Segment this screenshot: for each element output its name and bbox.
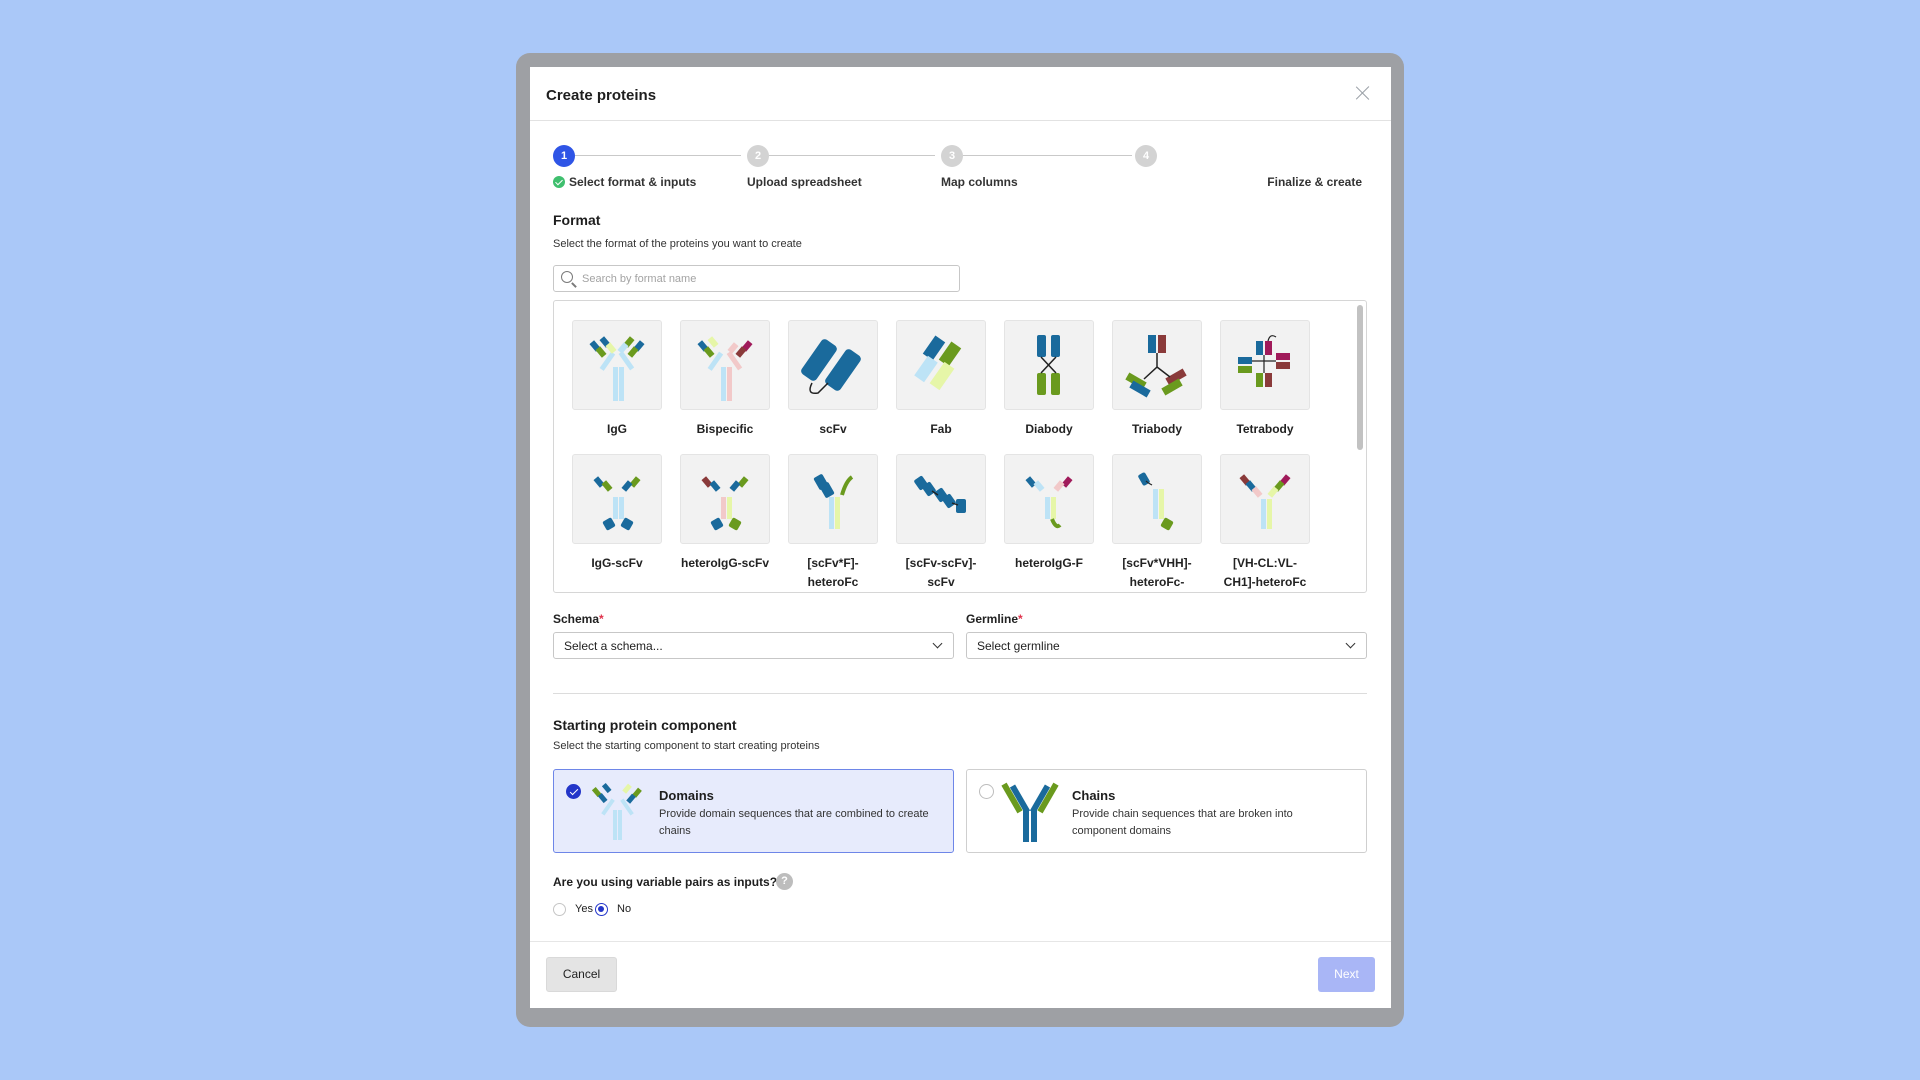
format-tile-label: IgG-scFv [591, 556, 643, 570]
domains-radio[interactable] [566, 784, 581, 799]
step-complete-check-icon [553, 176, 565, 188]
igg-scfv-icon [572, 454, 662, 544]
germline-select[interactable]: Select germline [966, 632, 1367, 659]
next-button[interactable]: Next [1318, 957, 1375, 992]
format-tile-vh-cl-vl-ch1-heterofc[interactable]: [VH-CL:VL-CH1]-heteroFc [1220, 454, 1310, 592]
starting-component-heading: Starting protein component [553, 717, 737, 733]
format-tile-label: [VH-CL:VL-CH1]-heteroFc [1223, 556, 1307, 589]
step-2-label[interactable]: Upload spreadsheet [747, 175, 862, 189]
variable-pairs-yes-radio[interactable] [553, 903, 566, 916]
format-subtitle: Select the format of the proteins you wa… [553, 238, 802, 250]
heteroigg-scfv-icon [680, 454, 770, 544]
germline-select-value: Select germline [977, 639, 1060, 653]
variable-pairs-no-radio[interactable] [595, 903, 608, 916]
format-tile-label: Fab [930, 422, 952, 436]
tetrabody-icon [1220, 320, 1310, 410]
chains-option-description: Provide chain sequences that are broken … [1072, 808, 1293, 837]
variable-pairs-no-label[interactable]: No [617, 903, 631, 915]
chains-radio[interactable] [979, 784, 994, 799]
schema-select-value: Select a schema... [564, 639, 663, 653]
format-tile-label: Bispecific [696, 422, 754, 436]
germline-label: Germline* [966, 612, 1023, 626]
format-tile-label: [scFv*VHH]-heteroFc- [1122, 556, 1192, 589]
format-grid-scrollbar[interactable] [1357, 305, 1363, 450]
format-tile-igg-scfv[interactable]: IgG-scFv [572, 454, 662, 573]
schema-select[interactable]: Select a schema... [553, 632, 954, 659]
step-4-indicator[interactable]: 4 [1135, 145, 1157, 167]
format-tile-scfv[interactable]: scFv [788, 320, 878, 439]
format-search[interactable] [553, 265, 960, 292]
scfv-vhh-heterofc-icon [1112, 454, 1202, 544]
format-tile-label: [scFv*F]-heteroFc [807, 556, 859, 589]
format-tile-label: Triabody [1131, 422, 1182, 436]
format-tile-heteroigg-f[interactable]: heteroIgG-F [1004, 454, 1094, 573]
dialog-title: Create proteins [546, 87, 657, 104]
format-tile-bispecific[interactable]: Bispecific [680, 320, 770, 439]
domains-antibody-icon [588, 780, 646, 844]
format-tile-scfv-scfv-scfv[interactable]: [scFv-scFv]-scFv [896, 454, 986, 592]
step-4-label[interactable]: Finalize & create [1267, 175, 1362, 189]
vh-cl-vl-ch1-heterofc-icon [1220, 454, 1310, 544]
cancel-button[interactable]: Cancel [546, 957, 617, 992]
format-search-input[interactable] [582, 269, 952, 288]
format-tile-triabody[interactable]: Triabody [1112, 320, 1202, 439]
scfv-scfv-scfv-icon [896, 454, 986, 544]
variable-pairs-question: Are you using variable pairs as inputs? [553, 875, 778, 889]
domains-option-title: Domains [659, 788, 714, 803]
scfv-icon [788, 320, 878, 410]
dialog-header: Create proteins [530, 67, 1391, 121]
step-connector [769, 155, 935, 156]
format-tile-label: heteroIgG-scFv [680, 556, 770, 570]
format-tile-heteroigg-scfv[interactable]: heteroIgG-scFv [680, 454, 770, 573]
step-connector [963, 155, 1132, 156]
format-tile-tetrabody[interactable]: Tetrabody [1220, 320, 1310, 439]
domains-option-description: Provide domain sequences that are combin… [659, 808, 929, 837]
chevron-down-icon [932, 638, 943, 649]
format-tile-label: scFv [819, 422, 847, 436]
step-1-indicator[interactable]: 1 [553, 145, 575, 167]
chains-antibody-icon [1001, 780, 1059, 844]
step-1-label[interactable]: Select format & inputs [569, 175, 696, 189]
format-tile-label: Diabody [1025, 422, 1073, 436]
section-divider [553, 693, 1367, 694]
domains-option-card[interactable]: Domains Provide domain sequences that ar… [553, 769, 954, 853]
format-grid: IgG Bispecific scFv Fab Diabody Triabody… [553, 300, 1367, 593]
schema-label: Schema* [553, 612, 604, 626]
heteroigg-f-icon [1004, 454, 1094, 544]
starting-component-subtitle: Select the starting component to start c… [553, 740, 820, 752]
format-tile-label: heteroIgG-F [1015, 556, 1083, 570]
fab-icon [896, 320, 986, 410]
close-icon[interactable] [1355, 85, 1371, 101]
diabody-icon [1004, 320, 1094, 410]
chevron-down-icon [1345, 638, 1356, 649]
step-3-label[interactable]: Map columns [941, 175, 1018, 189]
scfv-f-heterofc-icon [788, 454, 878, 544]
bispecific-icon [680, 320, 770, 410]
create-proteins-dialog: Create proteins 1 2 3 4 Select format & … [530, 67, 1391, 1008]
help-icon[interactable]: ? [776, 873, 793, 890]
step-2-indicator[interactable]: 2 [747, 145, 769, 167]
search-icon [561, 271, 573, 283]
chains-option-title: Chains [1072, 788, 1116, 803]
format-tile-scfv-vhh-heterofc[interactable]: [scFv*VHH]-heteroFc- [1112, 454, 1202, 592]
chains-option-card[interactable]: Chains Provide chain sequences that are … [966, 769, 1367, 853]
format-tile-diabody[interactable]: Diabody [1004, 320, 1094, 439]
step-connector [575, 155, 741, 156]
footer-divider [530, 941, 1391, 942]
format-tile-scfv-f-heterofc[interactable]: [scFv*F]-heteroFc [788, 454, 878, 592]
format-heading: Format [553, 212, 601, 228]
format-tile-igg[interactable]: IgG [572, 320, 662, 439]
format-tile-fab[interactable]: Fab [896, 320, 986, 439]
format-tile-label: IgG [607, 422, 627, 436]
variable-pairs-yes-label[interactable]: Yes [575, 903, 593, 915]
format-tile-label: [scFv-scFv]-scFv [905, 556, 977, 589]
format-tile-label: Tetrabody [1236, 422, 1294, 436]
step-3-indicator[interactable]: 3 [941, 145, 963, 167]
triabody-icon [1112, 320, 1202, 410]
igg-icon [572, 320, 662, 410]
